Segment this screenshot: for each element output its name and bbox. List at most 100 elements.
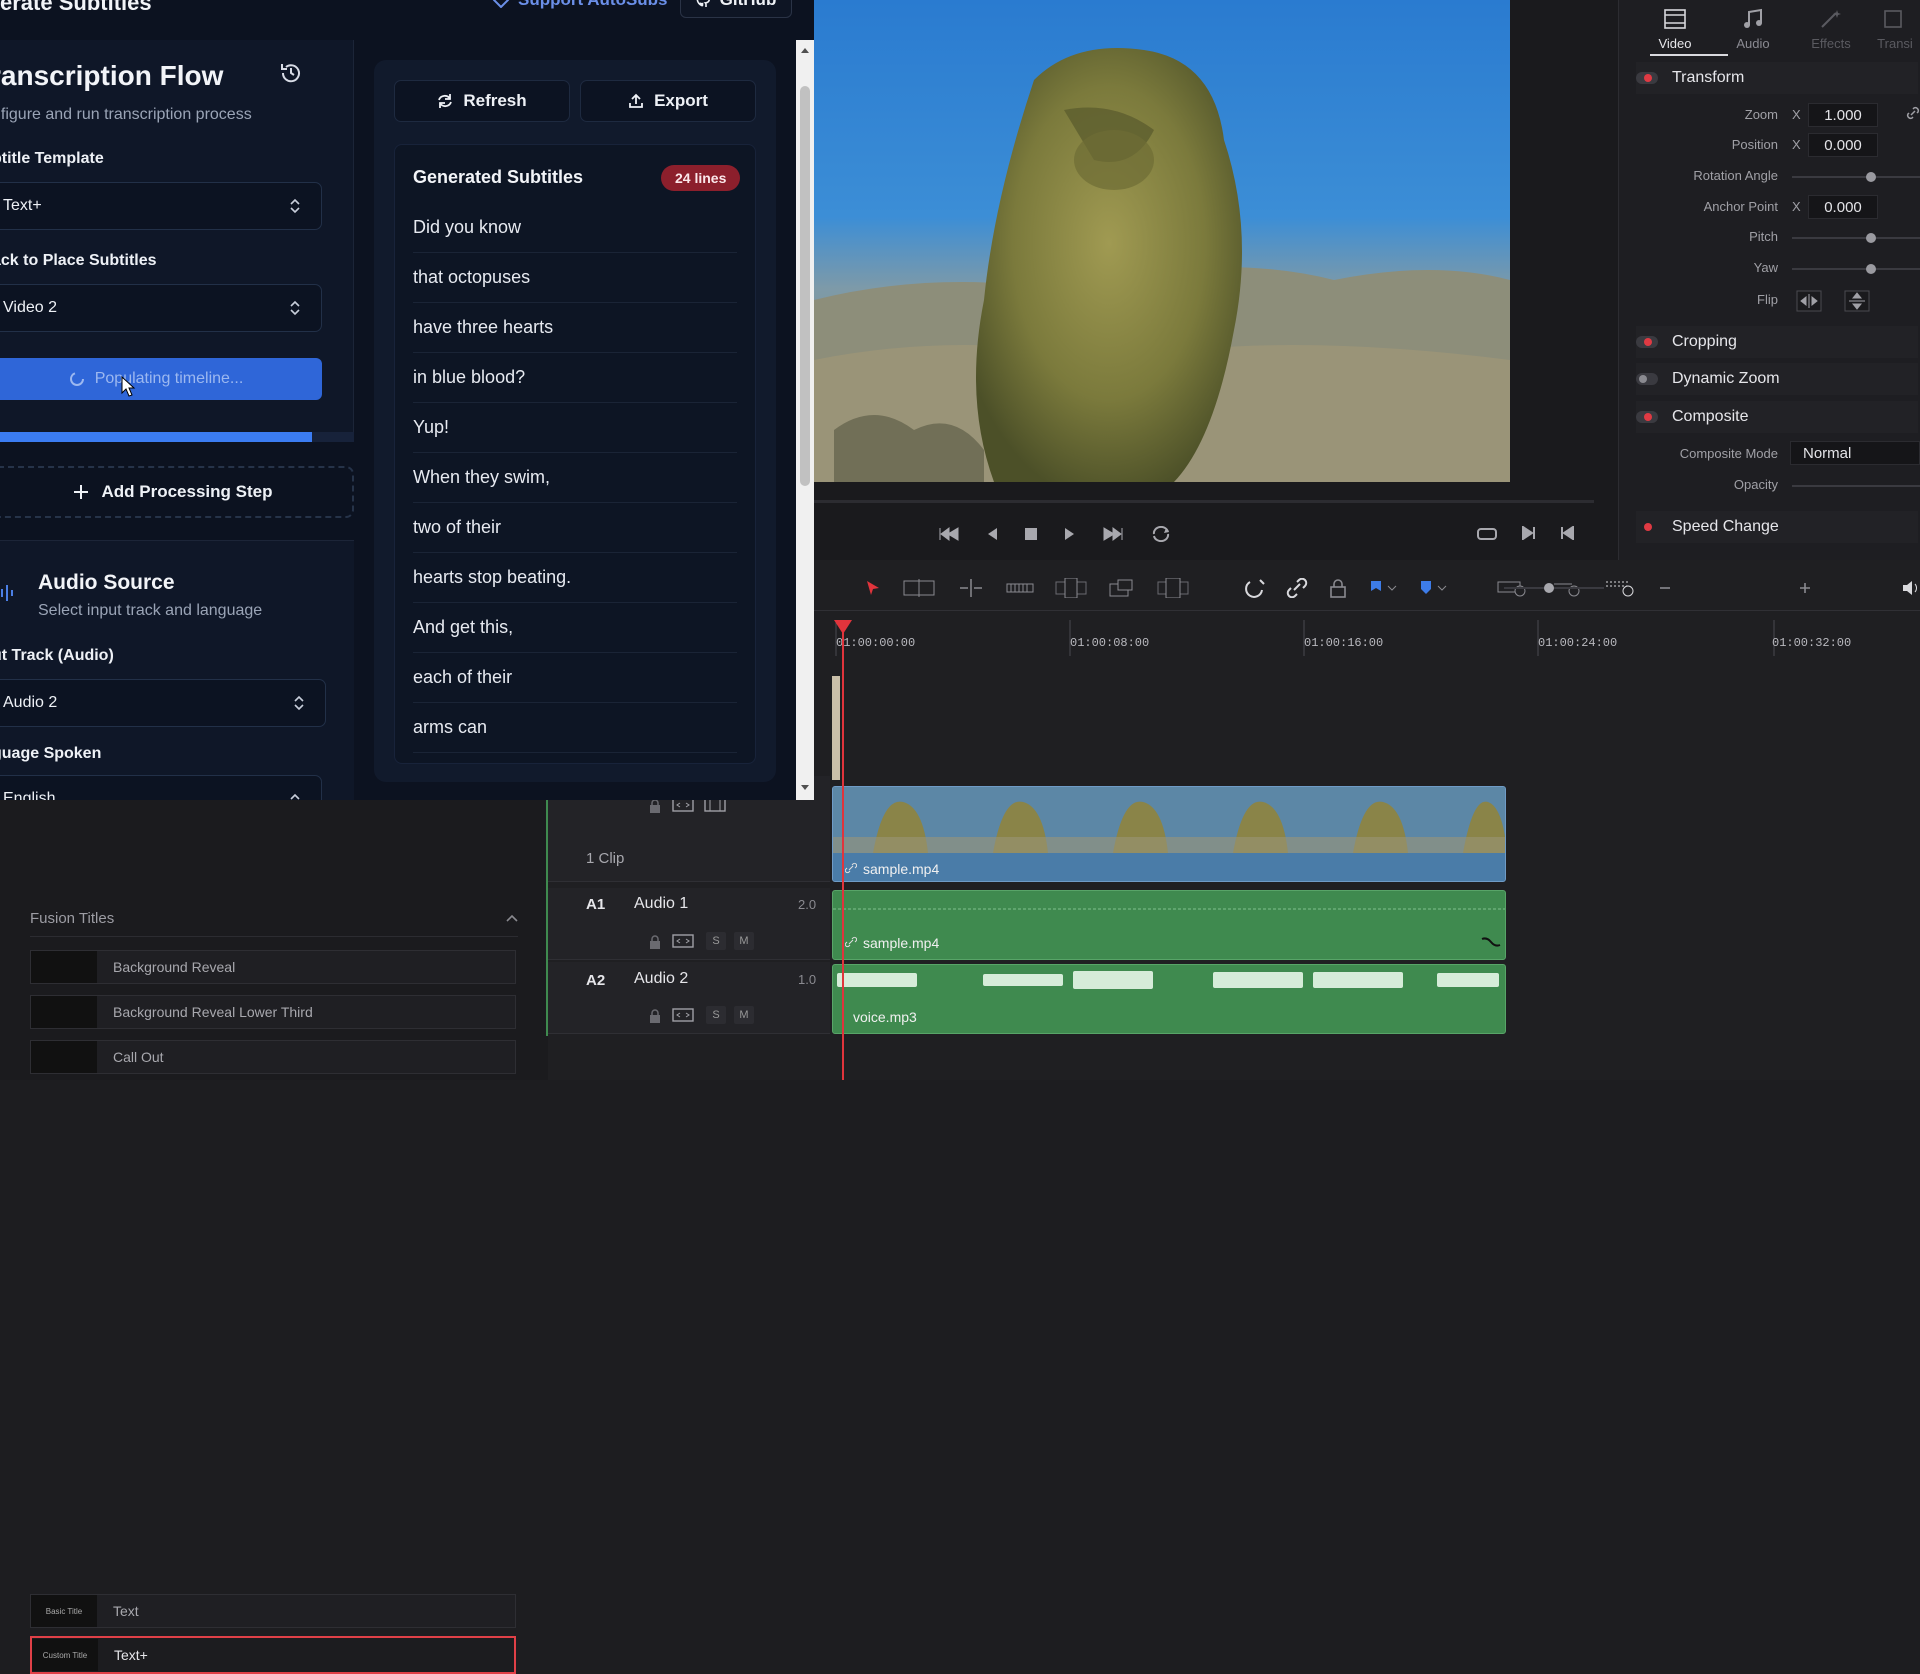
linked-selection-icon[interactable] — [1286, 578, 1308, 598]
zoom-slider-knob[interactable] — [1544, 583, 1554, 593]
rotation-slider-knob[interactable] — [1866, 172, 1876, 182]
yaw-slider[interactable] — [1792, 268, 1920, 270]
next-edit-icon[interactable] — [1522, 526, 1536, 542]
tab-transition[interactable]: Transi — [1870, 8, 1920, 51]
solo-button[interactable]: S — [706, 932, 726, 950]
subtitle-row[interactable]: each of their — [413, 653, 737, 703]
track-select[interactable]: Video 2 — [0, 284, 322, 332]
library-item-background-reveal[interactable]: Background Reveal — [30, 950, 516, 984]
language-select[interactable]: English — [0, 775, 322, 800]
support-link[interactable]: Support AutoSubs — [492, 0, 668, 10]
skip-to-end-icon[interactable] — [1102, 527, 1124, 541]
link-icon[interactable] — [1906, 106, 1920, 120]
selection-tool-icon[interactable] — [864, 579, 882, 597]
zoom-x-field[interactable]: 1.000 — [1808, 103, 1878, 127]
subtitle-row[interactable]: hearts stop beating. — [413, 553, 737, 603]
subtitle-clip-stub[interactable] — [832, 676, 840, 780]
volume-icon[interactable] — [1902, 580, 1920, 596]
subtitle-row[interactable]: two of their — [413, 503, 737, 553]
rotation-slider[interactable] — [1792, 176, 1920, 178]
flip-horizontal-icon[interactable] — [1796, 290, 1822, 312]
playhead-line[interactable] — [842, 620, 844, 1080]
section-transform[interactable]: Transform — [1636, 62, 1918, 94]
fusion-titles-header[interactable]: Fusion Titles — [30, 910, 114, 927]
zoom-slider[interactable] — [1504, 587, 1604, 589]
track-name[interactable]: Audio 1 — [634, 895, 688, 913]
video-frame[interactable] — [814, 0, 1510, 482]
tab-effects[interactable]: Effects — [1792, 8, 1870, 51]
play-reverse-icon[interactable] — [986, 527, 998, 541]
play-icon[interactable] — [1064, 527, 1076, 541]
subtitle-row[interactable]: When they swim, — [413, 453, 737, 503]
solo-button[interactable]: S — [706, 1006, 726, 1024]
video-clip[interactable]: sample.mp4 — [832, 786, 1506, 882]
yaw-slider-knob[interactable] — [1866, 264, 1876, 274]
auto-select-icon[interactable] — [672, 933, 694, 949]
insert-clip-icon[interactable] — [1054, 578, 1088, 598]
scrubber-bar[interactable] — [814, 500, 1594, 503]
tab-audio[interactable]: Audio — [1714, 8, 1792, 51]
opacity-slider[interactable] — [1792, 485, 1920, 487]
chevron-up-icon[interactable] — [506, 914, 518, 922]
mute-button[interactable]: M — [734, 932, 754, 950]
mute-button[interactable]: M — [734, 1006, 754, 1024]
section-cropping[interactable]: Cropping — [1636, 326, 1918, 358]
subtitle-row[interactable]: that octopuses — [413, 253, 737, 303]
fade-handle-icon[interactable] — [1481, 935, 1501, 949]
subtitle-row[interactable]: in blue blood? — [413, 353, 737, 403]
position-lock-icon[interactable] — [1328, 578, 1348, 598]
blade-tool-icon[interactable] — [1006, 579, 1034, 597]
zoom-out-icon[interactable] — [1658, 581, 1672, 595]
scroll-down-icon[interactable] — [800, 784, 810, 792]
enable-toggle[interactable] — [1636, 373, 1658, 385]
pitch-slider[interactable] — [1792, 237, 1920, 239]
subtitle-row[interactable]: have three hearts — [413, 303, 737, 353]
template-select[interactable]: Text+ — [0, 182, 322, 230]
scroll-up-icon[interactable] — [800, 46, 810, 54]
auto-select-icon[interactable] — [672, 1007, 694, 1023]
prev-edit-icon[interactable] — [1560, 526, 1574, 542]
marker-icon[interactable] — [1418, 579, 1448, 597]
section-speed-change[interactable]: Speed Change — [1636, 511, 1918, 543]
github-button[interactable]: GitHub — [680, 0, 792, 18]
library-item-text-plus[interactable]: Custom Title Text+ — [30, 1636, 516, 1674]
pitch-slider-knob[interactable] — [1866, 233, 1876, 243]
library-item-background-reveal-lower-third[interactable]: Background Reveal Lower Third — [30, 995, 516, 1029]
enable-toggle[interactable] — [1636, 336, 1658, 348]
section-composite[interactable]: Composite — [1636, 401, 1918, 433]
add-processing-step-button[interactable]: Add Processing Step — [0, 466, 354, 518]
skip-to-start-icon[interactable] — [938, 527, 960, 541]
anchor-x-field[interactable]: 0.000 — [1808, 195, 1878, 219]
subtitle-row[interactable]: Did you know — [413, 203, 737, 253]
lock-icon[interactable] — [648, 1008, 662, 1024]
subtitle-row[interactable]: Yup! — [413, 403, 737, 453]
overwrite-clip-icon[interactable] — [1108, 578, 1136, 598]
zoom-in-icon[interactable] — [1798, 581, 1812, 595]
library-item-call-out[interactable]: Call Out — [30, 1040, 516, 1074]
loop-icon[interactable] — [1150, 526, 1172, 542]
enable-toggle[interactable] — [1636, 72, 1658, 84]
stop-icon[interactable] — [1024, 527, 1038, 541]
audio-clip-1[interactable]: sample.mp4 — [832, 890, 1506, 960]
scrollbar[interactable] — [796, 40, 814, 800]
lock-icon[interactable] — [648, 798, 662, 814]
trim-tool-icon[interactable] — [902, 579, 936, 597]
history-icon[interactable] — [278, 60, 304, 86]
export-button[interactable]: Export — [580, 80, 756, 122]
refresh-button[interactable]: Refresh — [394, 80, 570, 122]
input-track-select[interactable]: Audio 2 — [0, 679, 326, 727]
position-x-field[interactable]: 0.000 — [1808, 133, 1878, 157]
snapping-icon[interactable] — [1244, 578, 1266, 598]
scrollbar-thumb[interactable] — [800, 86, 810, 486]
dynamic-trim-icon[interactable] — [956, 579, 986, 597]
subtitle-row[interactable]: And get this, — [413, 603, 737, 653]
composite-mode-select[interactable]: Normal — [1790, 441, 1920, 465]
replace-clip-icon[interactable] — [1156, 578, 1190, 598]
flag-icon[interactable] — [1368, 579, 1398, 597]
section-dynamic-zoom[interactable]: Dynamic Zoom — [1636, 363, 1918, 395]
zoom-custom-icon[interactable] — [1604, 578, 1638, 598]
match-frame-icon[interactable] — [1476, 526, 1498, 542]
enable-toggle[interactable] — [1636, 411, 1658, 423]
enable-toggle[interactable] — [1636, 521, 1658, 533]
tab-video[interactable]: Video — [1636, 8, 1714, 51]
